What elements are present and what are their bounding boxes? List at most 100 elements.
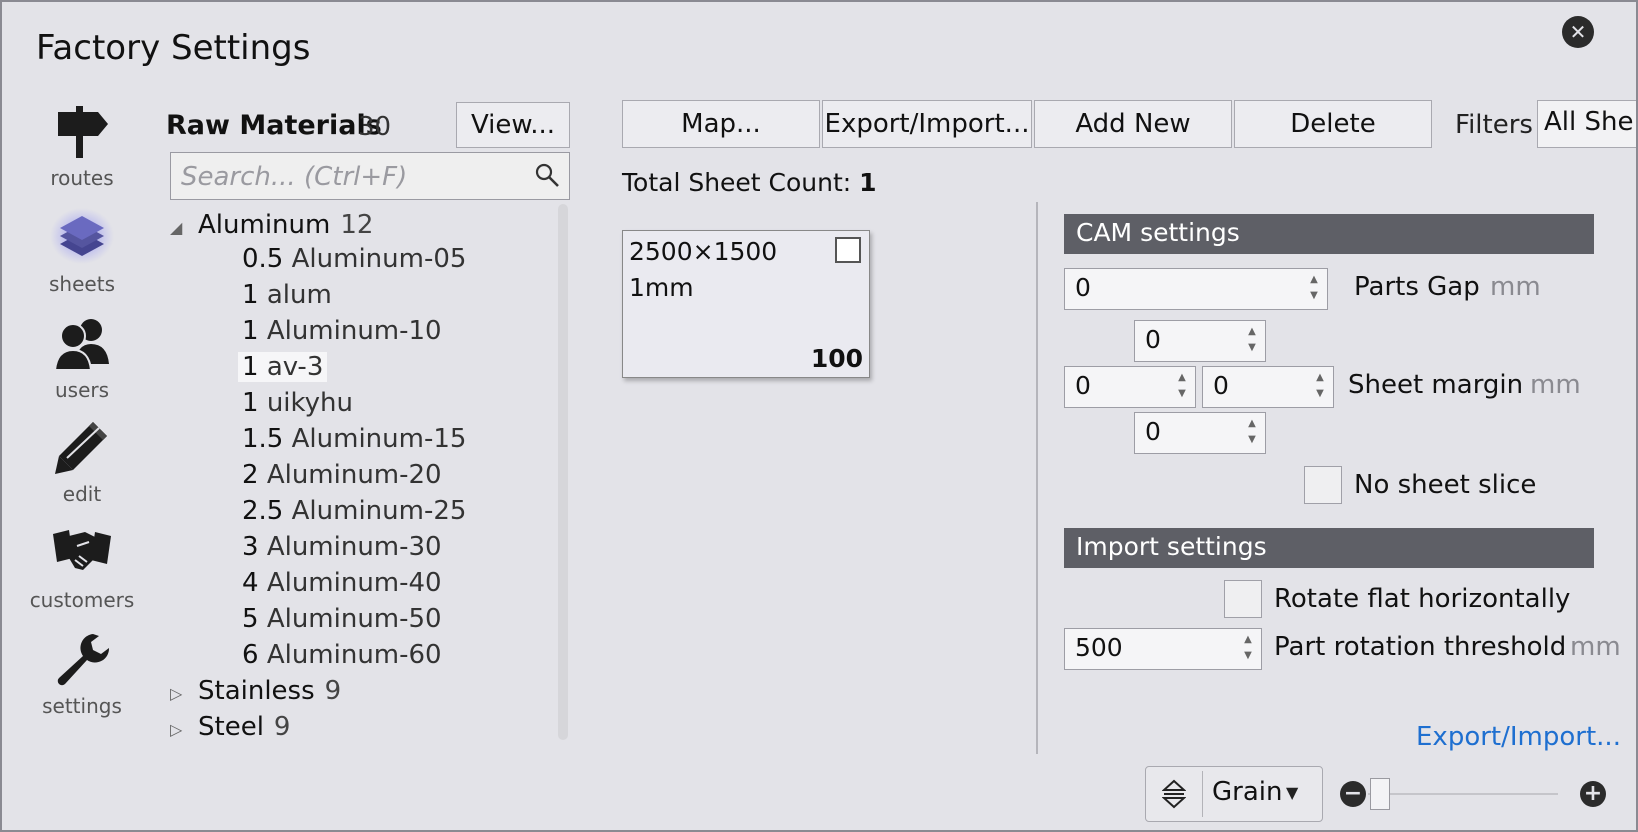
sheet-margin-label: Sheet margin <box>1348 370 1524 400</box>
spinner-arrows-icon[interactable]: ▲ ▼ <box>1175 370 1189 402</box>
tree-group-steel[interactable]: ▷ Steel 9 <box>170 712 290 742</box>
grain-direction-icon[interactable] <box>1161 779 1187 813</box>
collapsed-arrow-icon[interactable]: ▷ <box>170 720 198 739</box>
rotation-threshold-value: 500 <box>1075 633 1123 662</box>
import-settings-header: Import settings <box>1064 528 1594 568</box>
tree-item[interactable]: 5 Aluminum-50 <box>238 604 446 634</box>
parts-gap-unit: mm <box>1490 272 1541 302</box>
rotate-flat-checkbox[interactable] <box>1224 580 1262 618</box>
filter-select[interactable]: All She <box>1537 100 1636 148</box>
grain-separator <box>1202 771 1203 817</box>
item-name: uikyhu <box>266 388 353 418</box>
item-name: av-3 <box>266 352 324 382</box>
parts-gap-input[interactable]: 0 ▲ ▼ <box>1064 268 1328 310</box>
group-count: 9 <box>324 676 342 706</box>
margin-bottom-value: 0 <box>1145 417 1161 446</box>
margin-top-input[interactable]: 0 ▲ ▼ <box>1134 320 1266 362</box>
delete-button[interactable]: Delete <box>1234 100 1432 148</box>
tree-item[interactable]: 3 Aluminum-30 <box>238 532 446 562</box>
export-import-button[interactable]: Export/Import... <box>822 100 1032 148</box>
spinner-arrows-icon[interactable]: ▲ ▼ <box>1241 632 1255 664</box>
tree-group-stainless[interactable]: ▷ Stainless 9 <box>170 676 341 706</box>
tree-item[interactable]: 6 Aluminum-60 <box>238 640 446 670</box>
margin-left-input[interactable]: 0 ▲ ▼ <box>1064 366 1196 408</box>
tree-item[interactable]: 1 Aluminum-10 <box>238 316 446 346</box>
sheet-card[interactable]: 2500×1500 1mm 100 <box>622 230 870 378</box>
nav-users-label: users <box>54 378 110 402</box>
expanded-arrow-icon[interactable]: ◢ <box>170 218 198 237</box>
item-name: alum <box>266 280 332 310</box>
zoom-out-icon[interactable]: − <box>1340 781 1366 807</box>
zoom-in-icon[interactable]: + <box>1580 781 1606 807</box>
chevron-down-icon[interactable]: ▼ <box>1286 783 1298 802</box>
margin-top-value: 0 <box>1145 325 1161 354</box>
view-button[interactable]: View... <box>456 102 570 148</box>
item-name: Aluminum-30 <box>266 532 442 562</box>
sheet-select-checkbox[interactable] <box>835 237 861 263</box>
export-import-link[interactable]: Export/Import... <box>1416 722 1621 752</box>
group-name: Steel <box>198 712 264 742</box>
tree-scrollbar[interactable] <box>558 204 568 740</box>
item-name: Aluminum-40 <box>266 568 442 598</box>
nav-settings[interactable]: settings <box>22 630 142 718</box>
spinner-arrows-icon[interactable]: ▲ ▼ <box>1245 416 1259 448</box>
item-name: Aluminum-20 <box>266 460 442 490</box>
zoom-slider-thumb[interactable] <box>1370 778 1390 810</box>
group-count: 9 <box>273 712 291 742</box>
item-thickness: 2.5 <box>242 496 284 526</box>
collapsed-arrow-icon[interactable]: ▷ <box>170 684 198 703</box>
margin-bottom-input[interactable]: 0 ▲ ▼ <box>1134 412 1266 454</box>
sheet-margin-unit: mm <box>1530 370 1581 400</box>
tree-group-aluminum[interactable]: ◢ Aluminum 12 <box>170 210 373 240</box>
search-input[interactable] <box>179 159 529 195</box>
handshake-icon <box>22 524 142 586</box>
search-icon[interactable] <box>533 161 561 193</box>
nav-edit[interactable]: edit <box>22 418 142 506</box>
tree-item[interactable]: 1 uikyhu <box>238 388 357 418</box>
parts-gap-label: Parts Gap <box>1354 272 1480 302</box>
zoom-slider[interactable] <box>1368 793 1558 795</box>
sheet-thickness: 1mm <box>629 273 694 302</box>
margin-right-value: 0 <box>1213 371 1229 400</box>
nav-customers-label: customers <box>29 588 135 612</box>
tree-item[interactable]: 2.5 Aluminum-25 <box>238 496 470 526</box>
rotation-threshold-input[interactable]: 500 ▲ ▼ <box>1064 628 1262 670</box>
rotation-threshold-unit: mm <box>1570 632 1621 662</box>
sheet-dimensions: 2500×1500 <box>629 237 778 266</box>
tree-item[interactable]: 1 alum <box>238 280 336 310</box>
item-thickness: 1 <box>242 388 259 418</box>
spinner-arrows-icon[interactable]: ▲ ▼ <box>1245 324 1259 356</box>
item-name: Aluminum-05 <box>291 244 467 274</box>
group-count: 12 <box>340 210 374 240</box>
close-icon[interactable]: ✕ <box>1562 16 1594 48</box>
nav-sheets[interactable]: sheets <box>22 208 142 296</box>
spinner-arrows-icon[interactable]: ▲ ▼ <box>1313 370 1327 402</box>
no-sheet-slice-checkbox[interactable] <box>1304 466 1342 504</box>
nav-routes[interactable]: routes <box>22 102 142 190</box>
map-button[interactable]: Map... <box>622 100 820 148</box>
grain-control: Grain ▼ <box>1145 766 1323 822</box>
margin-right-input[interactable]: 0 ▲ ▼ <box>1202 366 1334 408</box>
filters-label: Filters <box>1455 110 1533 140</box>
tree-item[interactable]: 2 Aluminum-20 <box>238 460 446 490</box>
no-sheet-slice-label: No sheet slice <box>1354 470 1537 500</box>
item-thickness: 2 <box>242 460 259 490</box>
tree-item[interactable]: 0.5 Aluminum-05 <box>238 244 470 274</box>
tree-item[interactable]: 4 Aluminum-40 <box>238 568 446 598</box>
grain-dropdown[interactable]: Grain <box>1212 777 1282 807</box>
total-sheet-label: Total Sheet Count: <box>622 168 860 197</box>
add-new-button[interactable]: Add New <box>1034 100 1232 148</box>
rotation-threshold-label: Part rotation threshold <box>1274 632 1567 662</box>
tree-item-selected[interactable]: 1 av-3 <box>238 352 328 382</box>
nav-users[interactable]: users <box>22 314 142 402</box>
pencil-icon <box>22 418 142 480</box>
group-name: Aluminum <box>198 210 331 240</box>
panel-divider <box>1036 202 1038 754</box>
tree-item[interactable]: 1.5 Aluminum-15 <box>238 424 470 454</box>
spinner-arrows-icon[interactable]: ▲ ▼ <box>1307 272 1321 304</box>
item-thickness: 4 <box>242 568 259 598</box>
nav-routes-label: routes <box>50 166 114 190</box>
nav-customers[interactable]: customers <box>22 524 142 612</box>
item-name: Aluminum-25 <box>291 496 467 526</box>
cam-settings-header: CAM settings <box>1064 214 1594 254</box>
